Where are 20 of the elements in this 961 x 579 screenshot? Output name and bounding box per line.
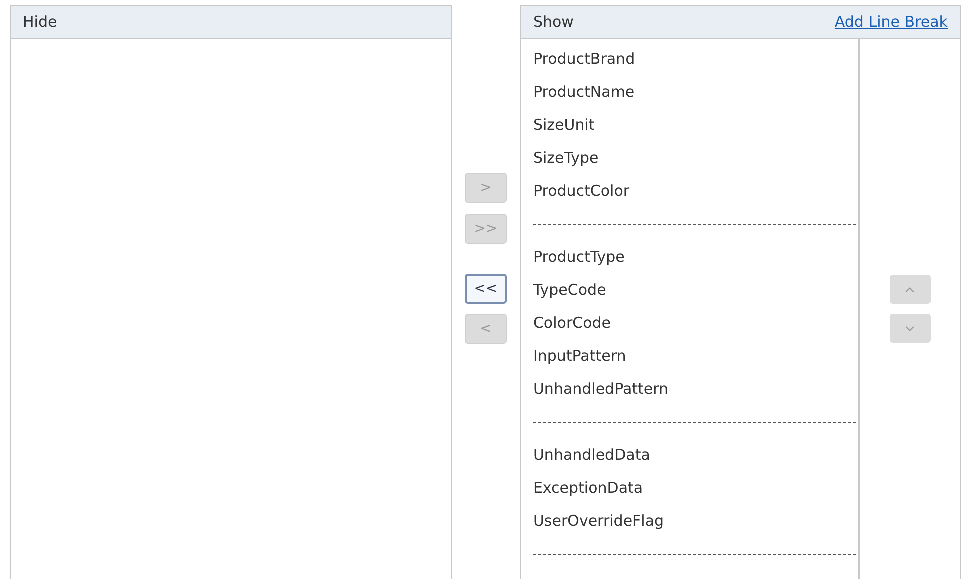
list-item[interactable]: ProductName <box>533 76 856 109</box>
panel-title: Show <box>533 12 574 33</box>
list-item[interactable]: InputPattern <box>533 340 856 373</box>
list-item[interactable]: UnhandledPattern <box>533 373 856 406</box>
list-item[interactable]: SizeType <box>533 142 856 175</box>
line-break-separator[interactable] <box>533 224 856 225</box>
list-item[interactable]: UnhandledData <box>533 439 856 472</box>
line-break-separator[interactable] <box>533 422 856 423</box>
list-item[interactable]: ExceptionData <box>533 472 856 505</box>
list-item[interactable]: ProductBrand <box>533 43 856 76</box>
add-line-break-link[interactable]: Add Line Break <box>834 10 948 34</box>
line-break-separator[interactable] <box>533 554 856 555</box>
move-button[interactable]: << <box>464 274 507 304</box>
panel-title: Hide <box>23 12 58 33</box>
list-item[interactable]: ColorCode <box>533 307 856 340</box>
list-item[interactable]: ProductColor <box>533 175 856 208</box>
list-item[interactable]: SizeUnit <box>533 109 856 142</box>
list-item[interactable]: TypeCode <box>533 274 856 307</box>
list-item[interactable]: ProductType <box>533 241 856 274</box>
list-item[interactable]: UserOverrideFlag <box>533 505 856 538</box>
